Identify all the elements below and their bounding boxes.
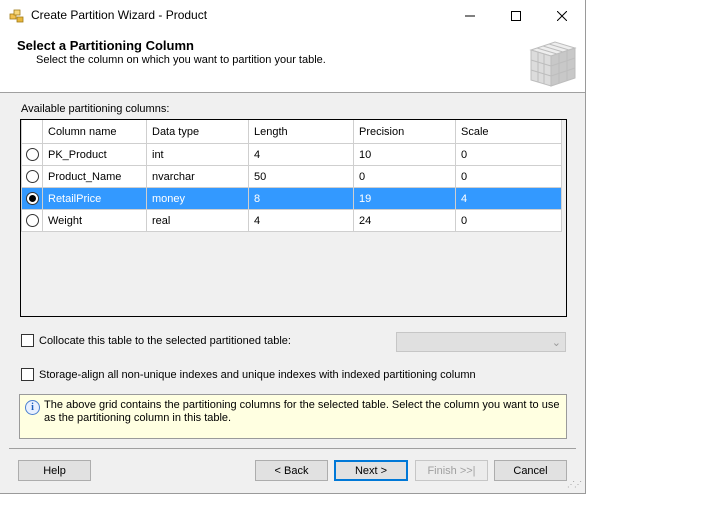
cell-column-name: RetailPrice	[42, 187, 147, 210]
row-radio-selected[interactable]	[25, 192, 39, 205]
maximize-button[interactable]	[493, 0, 539, 31]
cell-precision: 24	[353, 209, 456, 232]
row-radio-cell[interactable]	[21, 187, 43, 210]
cancel-button[interactable]: Cancel	[494, 460, 567, 481]
title-bar[interactable]: Create Partition Wizard - Product	[0, 0, 585, 31]
column-header-name[interactable]: Column name	[42, 120, 147, 144]
partition-cube-icon	[529, 41, 577, 87]
info-panel: i The above grid contains the partitioni…	[19, 394, 567, 439]
finish-button-label: Finish >>|	[427, 464, 476, 477]
column-header-scale[interactable]: Scale	[455, 120, 562, 144]
next-button[interactable]: Next >	[334, 460, 408, 481]
selector-header	[21, 120, 43, 144]
back-button[interactable]: < Back	[255, 460, 328, 481]
table-row[interactable]: PK_Product int 4 10 0	[21, 143, 562, 166]
wizard-window: Create Partition Wizard - Product Select…	[0, 0, 586, 494]
cell-column-name: PK_Product	[42, 143, 147, 166]
cell-precision: 19	[353, 187, 456, 210]
partitioned-table-combo: ⌄	[396, 332, 566, 352]
maximize-icon	[511, 10, 521, 21]
partitioning-columns-grid[interactable]: Column name Data type Length Precision S…	[20, 119, 567, 317]
row-radio-cell[interactable]	[21, 143, 43, 166]
columns-table: Column name Data type Length Precision S…	[21, 120, 562, 232]
cancel-button-label: Cancel	[513, 464, 548, 477]
cell-scale: 4	[455, 187, 562, 210]
help-button-label: Help	[43, 464, 66, 477]
close-icon	[557, 10, 567, 21]
row-radio-cell[interactable]	[21, 165, 43, 188]
info-text: The above grid contains the partitioning…	[44, 399, 560, 424]
grid-label: Available partitioning columns:	[21, 103, 170, 115]
cell-precision: 0	[353, 165, 456, 188]
collocate-checkbox[interactable]	[21, 334, 34, 347]
back-button-label: < Back	[274, 464, 309, 477]
storage-align-checkbox[interactable]	[21, 368, 34, 381]
window-title: Create Partition Wizard - Product	[31, 8, 208, 22]
table-row[interactable]: Product_Name nvarchar 50 0 0	[21, 165, 562, 188]
collocate-label[interactable]: Collocate this table to the selected par…	[39, 335, 291, 347]
cell-length: 8	[248, 187, 354, 210]
table-row[interactable]: Weight real 4 24 0	[21, 209, 562, 232]
cell-data-type: money	[146, 187, 249, 210]
column-header-type[interactable]: Data type	[146, 120, 249, 144]
cell-length: 4	[248, 143, 354, 166]
cell-length: 4	[248, 209, 354, 232]
row-radio-cell[interactable]	[21, 209, 43, 232]
sql-server-app-icon	[9, 9, 24, 23]
minimize-icon	[465, 15, 475, 16]
cell-data-type: real	[146, 209, 249, 232]
cell-precision: 10	[353, 143, 456, 166]
help-button[interactable]: Help	[18, 460, 91, 481]
info-icon: i	[25, 400, 40, 415]
cell-scale: 0	[455, 143, 562, 166]
row-radio[interactable]	[25, 214, 39, 227]
footer-divider	[9, 448, 576, 449]
chevron-down-icon: ⌄	[551, 337, 561, 349]
finish-button: Finish >>|	[415, 460, 488, 481]
collocate-option[interactable]: Collocate this table to the selected par…	[21, 334, 291, 347]
page-title: Select a Partitioning Column	[17, 38, 194, 53]
minimize-button[interactable]	[447, 0, 493, 31]
cell-length: 50	[248, 165, 354, 188]
next-button-label: Next >	[354, 464, 388, 477]
table-header-row: Column name Data type Length Precision S…	[21, 120, 562, 144]
page-subtitle: Select the column on which you want to p…	[36, 54, 326, 66]
cell-data-type: int	[146, 143, 249, 166]
resize-grip-icon[interactable]: ⋰⋰	[567, 480, 582, 489]
table-row-selected[interactable]: RetailPrice money 8 19 4	[21, 187, 562, 210]
wizard-header: Select a Partitioning Column Select the …	[0, 31, 585, 93]
cell-scale: 0	[455, 209, 562, 232]
column-header-precision[interactable]: Precision	[353, 120, 456, 144]
cell-column-name: Product_Name	[42, 165, 147, 188]
row-radio[interactable]	[25, 170, 39, 183]
cell-column-name: Weight	[42, 209, 147, 232]
row-radio[interactable]	[25, 148, 39, 161]
storage-align-label[interactable]: Storage-align all non-unique indexes and…	[39, 369, 476, 381]
close-button[interactable]	[539, 0, 585, 31]
storage-align-option[interactable]: Storage-align all non-unique indexes and…	[21, 368, 476, 381]
cell-data-type: nvarchar	[146, 165, 249, 188]
column-header-length[interactable]: Length	[248, 120, 354, 144]
cell-scale: 0	[455, 165, 562, 188]
